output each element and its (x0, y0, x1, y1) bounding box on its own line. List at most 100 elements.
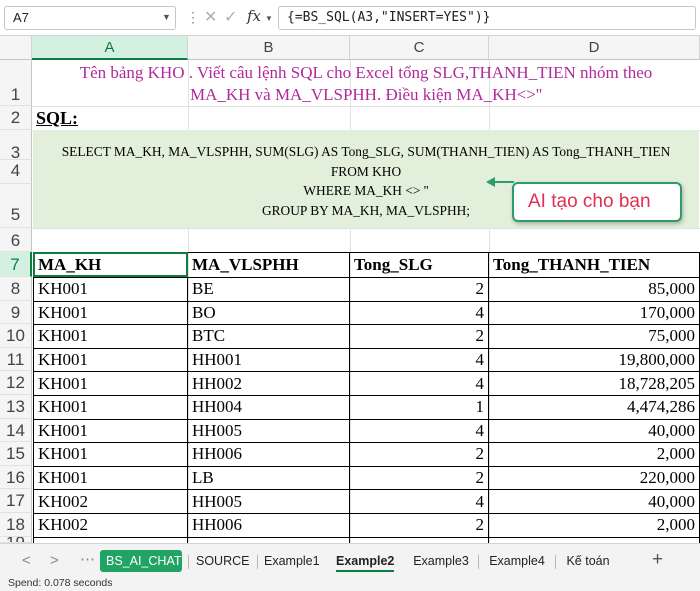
cell-tong-slg[interactable]: 2 (349, 277, 489, 302)
add-sheet-icon[interactable]: + (652, 549, 663, 571)
tab-scroll-left-icon[interactable]: < (22, 552, 31, 569)
cell-tong-thanh-tien[interactable]: 40,000 (488, 418, 700, 444)
more-sheets-icon[interactable]: ⋯ (80, 550, 95, 568)
cancel-icon[interactable]: ✕ (204, 7, 217, 27)
table-row: KH001 HH005 4 40,000 (33, 418, 700, 444)
task-description: Tên bảng KHO . Viết câu lệnh SQL cho Exc… (32, 60, 700, 106)
row-header-7[interactable]: 7 (0, 252, 32, 277)
row-header-11[interactable]: 11 (0, 347, 32, 372)
row-header-3[interactable]: 3 (0, 130, 32, 162)
cell-ma-kh[interactable]: KH001 (33, 394, 188, 420)
cell-tong-slg[interactable]: 1 (349, 394, 489, 420)
table-row: KH001 HH006 2 2,000 (33, 442, 700, 467)
formula-bar-separator-icon: ⋮ (186, 9, 200, 25)
cell-ma-kh[interactable]: KH001 (33, 442, 188, 467)
cell-tong-thanh-tien[interactable]: 4,474,286 (488, 394, 700, 420)
row-header-14[interactable]: 14 (0, 418, 32, 443)
formula-input[interactable]: {=BS_SQL(A3,"INSERT=YES")} (278, 6, 696, 30)
cell-tong-thanh-tien[interactable]: 75,000 (488, 324, 700, 349)
header-tong-slg[interactable]: Tong_SLG (349, 252, 489, 278)
cell-tong-thanh-tien[interactable]: 2,000 (488, 512, 700, 538)
ai-callout: AI tạo cho bạn (512, 182, 682, 222)
row-header-9[interactable]: 9 (0, 300, 32, 325)
cell-ma-vlsphh[interactable]: HH001 (187, 347, 350, 373)
header-ma-vlsphh[interactable]: MA_VLSPHH (187, 252, 350, 278)
table-row: KH001 HH004 1 4,474,286 (33, 394, 700, 420)
cell-ma-kh[interactable]: KH002 (33, 512, 188, 538)
header-tong-thanh-tien[interactable]: Tong_THANH_TIEN (488, 252, 700, 278)
cell-tong-thanh-tien[interactable]: 220,000 (488, 465, 700, 491)
row-header-18[interactable]: 18 (0, 513, 32, 537)
insert-function-icon[interactable]: fx (247, 7, 261, 25)
callout-arrow-icon (486, 177, 495, 187)
cell-ma-vlsphh[interactable]: BO (187, 300, 350, 326)
column-header-c[interactable]: C (350, 36, 489, 60)
tab-example1[interactable]: Example1 (258, 550, 324, 572)
cell-ma-vlsphh[interactable]: HH004 (187, 394, 350, 420)
cell-tong-thanh-tien[interactable]: 85,000 (488, 277, 700, 302)
column-header-d[interactable]: D (489, 36, 700, 60)
cell-ma-kh[interactable]: KH001 (33, 324, 188, 349)
cell-ma-vlsphh[interactable]: HH005 (187, 418, 350, 444)
row-header-1[interactable]: 1 (0, 60, 32, 106)
cell-tong-slg[interactable]: 4 (349, 300, 489, 326)
row-header-6[interactable]: 6 (0, 228, 32, 252)
cell-ma-kh[interactable]: KH001 (33, 465, 188, 491)
fx-dropdown-icon[interactable]: ▼ (265, 14, 273, 23)
cell-ma-vlsphh[interactable]: HH006 (187, 512, 350, 538)
cell-tong-slg[interactable]: 2 (349, 324, 489, 349)
cell-ma-vlsphh[interactable]: HH005 (187, 489, 350, 514)
cell-ma-vlsphh[interactable]: HH006 (187, 442, 350, 467)
cell-tong-slg[interactable]: 2 (349, 442, 489, 467)
cell-ma-kh[interactable]: KH001 (33, 347, 188, 373)
cell-ma-kh[interactable]: KH001 (33, 418, 188, 444)
cell-tong-thanh-tien[interactable]: 2,000 (488, 442, 700, 467)
row-header-8[interactable]: 8 (0, 277, 32, 301)
cell-tong-slg[interactable]: 2 (349, 465, 489, 491)
cell-tong-thanh-tien[interactable]: 170,000 (488, 300, 700, 326)
tab-source[interactable]: SOURCE (190, 550, 252, 572)
tab-ke-toan[interactable]: Kế toán (558, 550, 618, 572)
cell-ma-vlsphh[interactable]: HH002 (187, 371, 350, 396)
row-header-15[interactable]: 15 (0, 442, 32, 466)
cell-ma-vlsphh[interactable]: LB (187, 465, 350, 491)
column-header-b[interactable]: B (188, 36, 350, 60)
sql-label: SQL: (36, 108, 79, 128)
cell-tong-slg[interactable]: 4 (349, 418, 489, 444)
cell-ma-kh[interactable]: KH001 (33, 371, 188, 396)
tab-bs-ai-chat[interactable]: BS_AI_CHAT (100, 550, 182, 572)
tab-example3[interactable]: Example3 (406, 550, 476, 572)
row-header-4[interactable]: 4 (0, 160, 32, 184)
cell-tong-slg[interactable]: 2 (349, 512, 489, 538)
confirm-icon[interactable]: ✓ (224, 7, 237, 27)
header-ma-kh[interactable]: MA_KH (33, 252, 188, 278)
row-header-16[interactable]: 16 (0, 465, 32, 490)
row-header-12[interactable]: 12 (0, 371, 32, 395)
cell-tong-thanh-tien[interactable]: 40,000 (488, 489, 700, 514)
cell-ma-vlsphh[interactable]: BE (187, 277, 350, 302)
cell-tong-thanh-tien[interactable]: 18,728,205 (488, 371, 700, 396)
row-header-5[interactable]: 5 (0, 184, 32, 228)
row-header-10[interactable]: 10 (0, 324, 32, 348)
cell-tong-thanh-tien[interactable]: 19,800,000 (488, 347, 700, 373)
tab-scroll-right-icon[interactable]: > (50, 552, 59, 569)
cell-tong-slg[interactable]: 4 (349, 489, 489, 514)
table-row: KH001 HH002 4 18,728,205 (33, 371, 700, 396)
cell-ma-kh[interactable]: KH001 (33, 300, 188, 326)
select-all-corner[interactable] (0, 36, 32, 60)
column-header-a[interactable]: A (32, 36, 188, 60)
tab-example2[interactable]: Example2 (330, 550, 400, 572)
name-box[interactable]: A7 (4, 6, 176, 30)
row-header-17[interactable]: 17 (0, 489, 32, 513)
table-row: KH002 HH005 4 40,000 (33, 489, 700, 514)
row-header-13[interactable]: 13 (0, 395, 32, 419)
row-header-2[interactable]: 2 (0, 106, 32, 130)
name-box-dropdown-icon[interactable]: ▼ (162, 12, 171, 22)
status-bar: Spend: 0.078 seconds (0, 576, 700, 591)
cell-tong-slg[interactable]: 4 (349, 371, 489, 396)
cell-tong-slg[interactable]: 4 (349, 347, 489, 373)
cell-ma-kh[interactable]: KH002 (33, 489, 188, 514)
cell-ma-kh[interactable]: KH001 (33, 277, 188, 302)
tab-example4[interactable]: Example4 (482, 550, 552, 572)
cell-ma-vlsphh[interactable]: BTC (187, 324, 350, 349)
